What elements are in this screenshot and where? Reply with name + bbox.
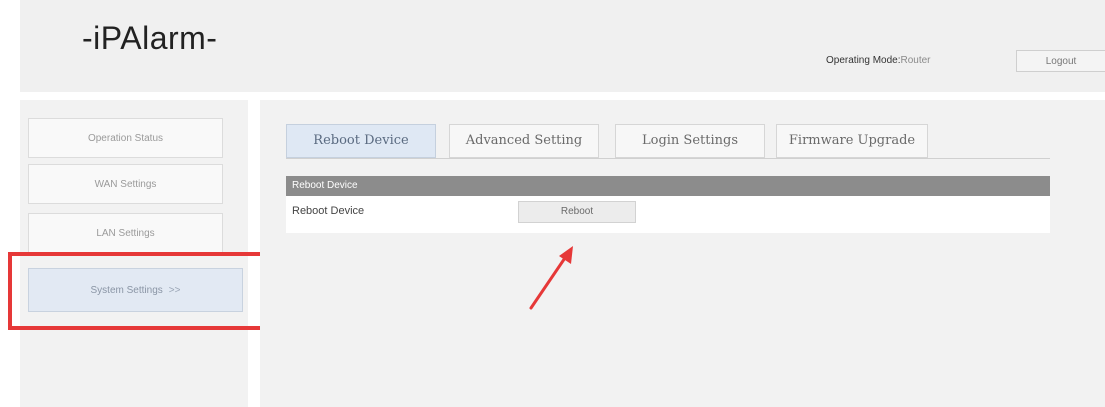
- sidebar-item-label: LAN Settings: [96, 228, 155, 239]
- reboot-row-label: Reboot Device: [292, 205, 365, 217]
- annotation-arrow-icon: [529, 246, 573, 310]
- tab-bar: Reboot Device Advanced Setting Login Set…: [286, 124, 1050, 159]
- sidebar-item-lan-settings[interactable]: LAN Settings: [28, 213, 223, 253]
- logout-button[interactable]: Logout: [1016, 50, 1105, 72]
- tab-firmware-upgrade[interactable]: Firmware Upgrade: [776, 124, 928, 158]
- sidebar-item-wan-settings[interactable]: WAN Settings: [28, 164, 223, 204]
- reboot-section: Reboot Device Reboot Device Reboot: [286, 176, 1050, 233]
- main-content: Reboot Device Advanced Setting Login Set…: [260, 100, 1105, 407]
- section-title: Reboot Device: [286, 176, 1050, 196]
- app-logo: -iPAlarm-: [82, 20, 218, 56]
- sidebar-item-label: Operation Status: [87, 133, 164, 144]
- operating-mode: Operating Mode:Router: [826, 55, 931, 66]
- reboot-row: Reboot Device Reboot: [286, 196, 1050, 233]
- app-window: -iPAlarm- Operating Mode:Router Logout O…: [0, 0, 1105, 407]
- sidebar-item-operation-status[interactable]: Operation Status: [28, 118, 223, 158]
- tab-reboot-device[interactable]: Reboot Device: [286, 124, 436, 158]
- tab-login-settings[interactable]: Login Settings: [615, 124, 765, 158]
- reboot-button[interactable]: Reboot: [518, 201, 636, 223]
- operating-mode-label: Operating Mode:: [826, 55, 901, 66]
- sidebar-item-label: WAN Settings: [94, 179, 157, 190]
- highlight-annotation-box: [8, 252, 286, 330]
- header-bar: -iPAlarm- Operating Mode:Router Logout: [20, 0, 1105, 92]
- tab-advanced-setting[interactable]: Advanced Setting: [449, 124, 599, 158]
- operating-mode-value: Router: [900, 55, 931, 66]
